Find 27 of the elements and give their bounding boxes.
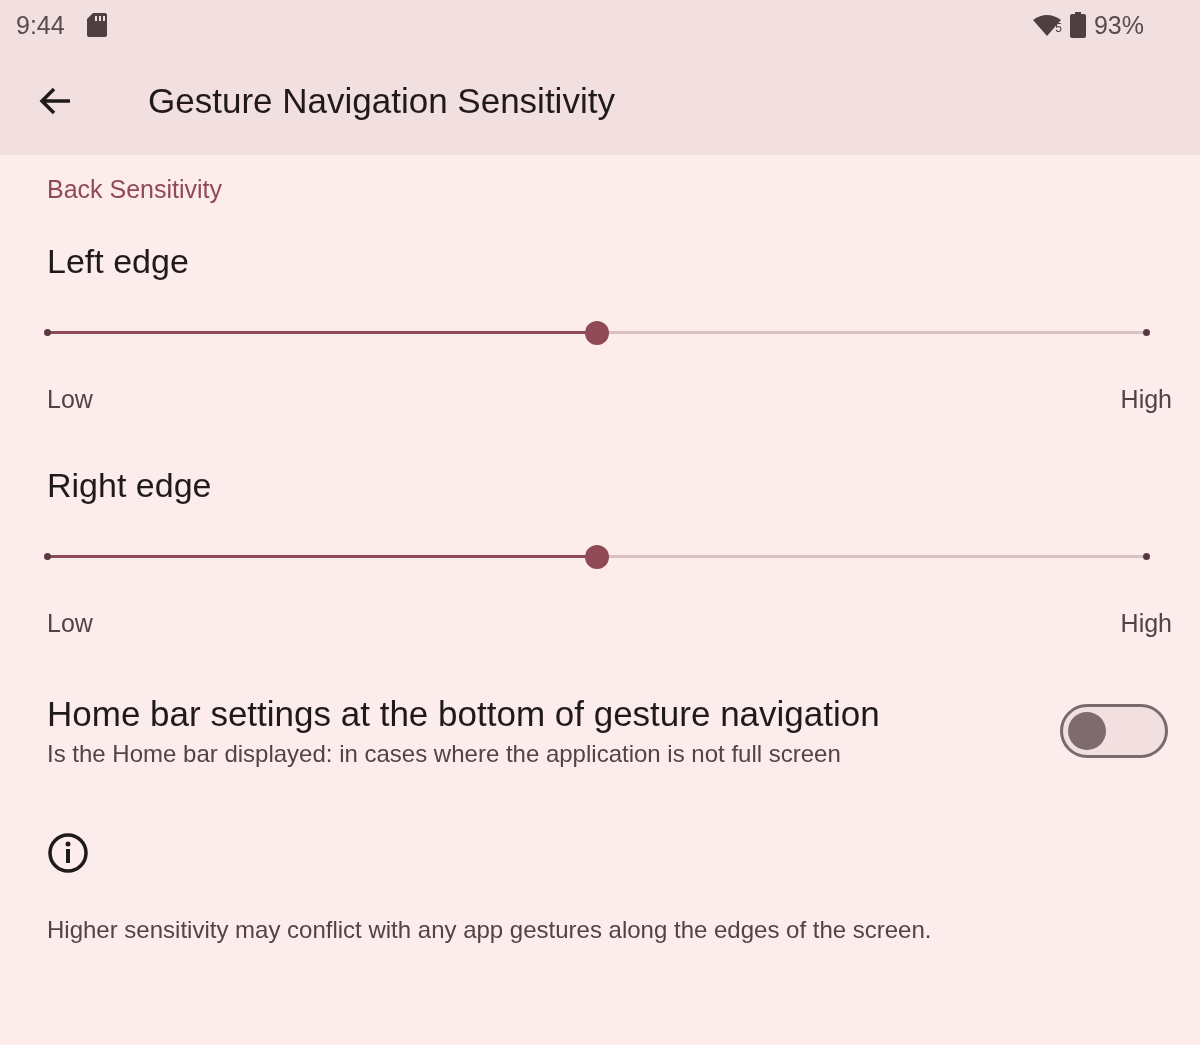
tick-mark — [44, 553, 51, 560]
network-type-label: 5 — [1055, 21, 1062, 35]
sd-card-icon — [86, 13, 107, 37]
max-label: High — [1120, 609, 1172, 638]
tick-mark — [1143, 329, 1150, 336]
setting-title: Home bar settings at the bottom of gesture navigation — [47, 694, 881, 734]
min-label: Low — [47, 385, 93, 414]
footer-text: Higher sensitivity may conflict with any app gestures along the edges of the screen. — [47, 916, 933, 944]
slider[interactable] — [44, 543, 1150, 571]
page-title: Gesture Navigation Sensitivity — [148, 80, 615, 121]
battery-icon — [1069, 12, 1086, 38]
min-label: Low — [47, 609, 93, 638]
setting-summary: Is the Home bar displayed: in cases where the application is not full screen — [47, 740, 842, 768]
status-time: 9:44 — [16, 10, 65, 40]
toggle-switch[interactable] — [1060, 704, 1168, 758]
slider-thumb[interactable] — [585, 545, 609, 569]
info-icon — [47, 832, 89, 874]
wifi-icon — [1033, 14, 1062, 36]
slider-thumb[interactable] — [585, 321, 609, 345]
battery-percent: 93% — [1093, 10, 1144, 40]
slider-label: Left edge — [47, 242, 190, 281]
slider-label: Right edge — [47, 466, 213, 505]
tick-mark — [44, 329, 51, 336]
slider[interactable] — [44, 319, 1150, 347]
max-label: High — [1120, 385, 1172, 414]
tick-mark — [1143, 553, 1150, 560]
section-header: Back Sensitivity — [47, 175, 224, 204]
